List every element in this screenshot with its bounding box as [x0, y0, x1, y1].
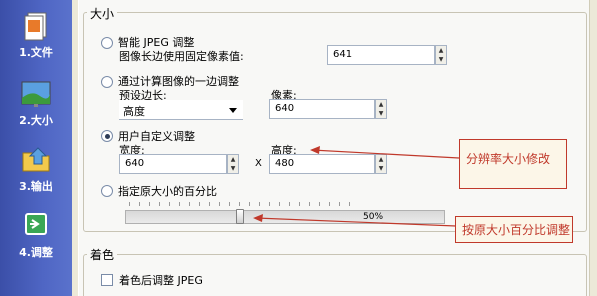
folder-icon [22, 147, 50, 172]
custom-size-radio[interactable] [101, 130, 113, 142]
wizard-sidebar: 1.文件 2.大小 3.输出 4.调整 [0, 0, 72, 296]
file-icon [24, 12, 47, 41]
preset-edge-select[interactable]: 高度 [119, 100, 243, 120]
size-icon [21, 81, 51, 107]
percent-slider-thumb[interactable] [236, 209, 244, 224]
scrollbar[interactable] [591, 0, 597, 296]
sidebar-item-size[interactable]: 2.大小 [0, 78, 72, 128]
percent-callout: 按原大小百分比调整 [455, 216, 573, 243]
adjust-icon [25, 213, 47, 235]
sidebar-item-label: 2.大小 [19, 114, 53, 127]
percent-value: 50% [363, 212, 384, 222]
one-side-radio[interactable] [101, 76, 113, 88]
height-input[interactable]: 480 [269, 154, 375, 174]
color-adjust-checkbox[interactable] [101, 274, 113, 286]
long-edge-label: 图像长边使用固定像素值: [119, 50, 244, 63]
width-input[interactable]: 640 [119, 154, 227, 174]
slider-ticks [129, 202, 359, 206]
resolution-callout: 分辨率大小修改 [459, 139, 567, 189]
sidebar-item-adjust[interactable]: 4.调整 [0, 210, 72, 260]
color-group-title: 着色 [87, 246, 118, 263]
percent-slider-track[interactable] [125, 210, 445, 224]
height-stepper[interactable]: ▲ ▼ [375, 154, 387, 174]
sidebar-item-file[interactable]: 1.文件 [0, 10, 72, 60]
long-edge-input[interactable]: 641 [327, 45, 435, 65]
sidebar-item-output[interactable]: 3.输出 [0, 144, 72, 194]
sidebar-item-label: 4.调整 [19, 246, 53, 259]
sidebar-item-label: 1.文件 [19, 46, 53, 59]
pixels-stepper[interactable]: ▲ ▼ [375, 99, 387, 119]
preset-edge-value: 高度 [123, 105, 145, 118]
color-adjust-label: 着色后调整 JPEG [119, 274, 203, 287]
pixels-input[interactable]: 640 [269, 99, 375, 119]
sidebar-item-label: 3.输出 [19, 180, 53, 193]
chevron-down-icon[interactable] [229, 108, 237, 113]
percent-label: 指定原大小的百分比 [118, 185, 217, 198]
long-edge-stepper[interactable]: ▲ ▼ [435, 45, 447, 65]
smart-jpeg-radio[interactable] [101, 37, 113, 49]
percent-radio[interactable] [101, 185, 113, 197]
dimension-separator: X [255, 158, 262, 169]
size-group-title: 大小 [87, 5, 118, 22]
width-stepper[interactable]: ▲ ▼ [227, 154, 239, 174]
